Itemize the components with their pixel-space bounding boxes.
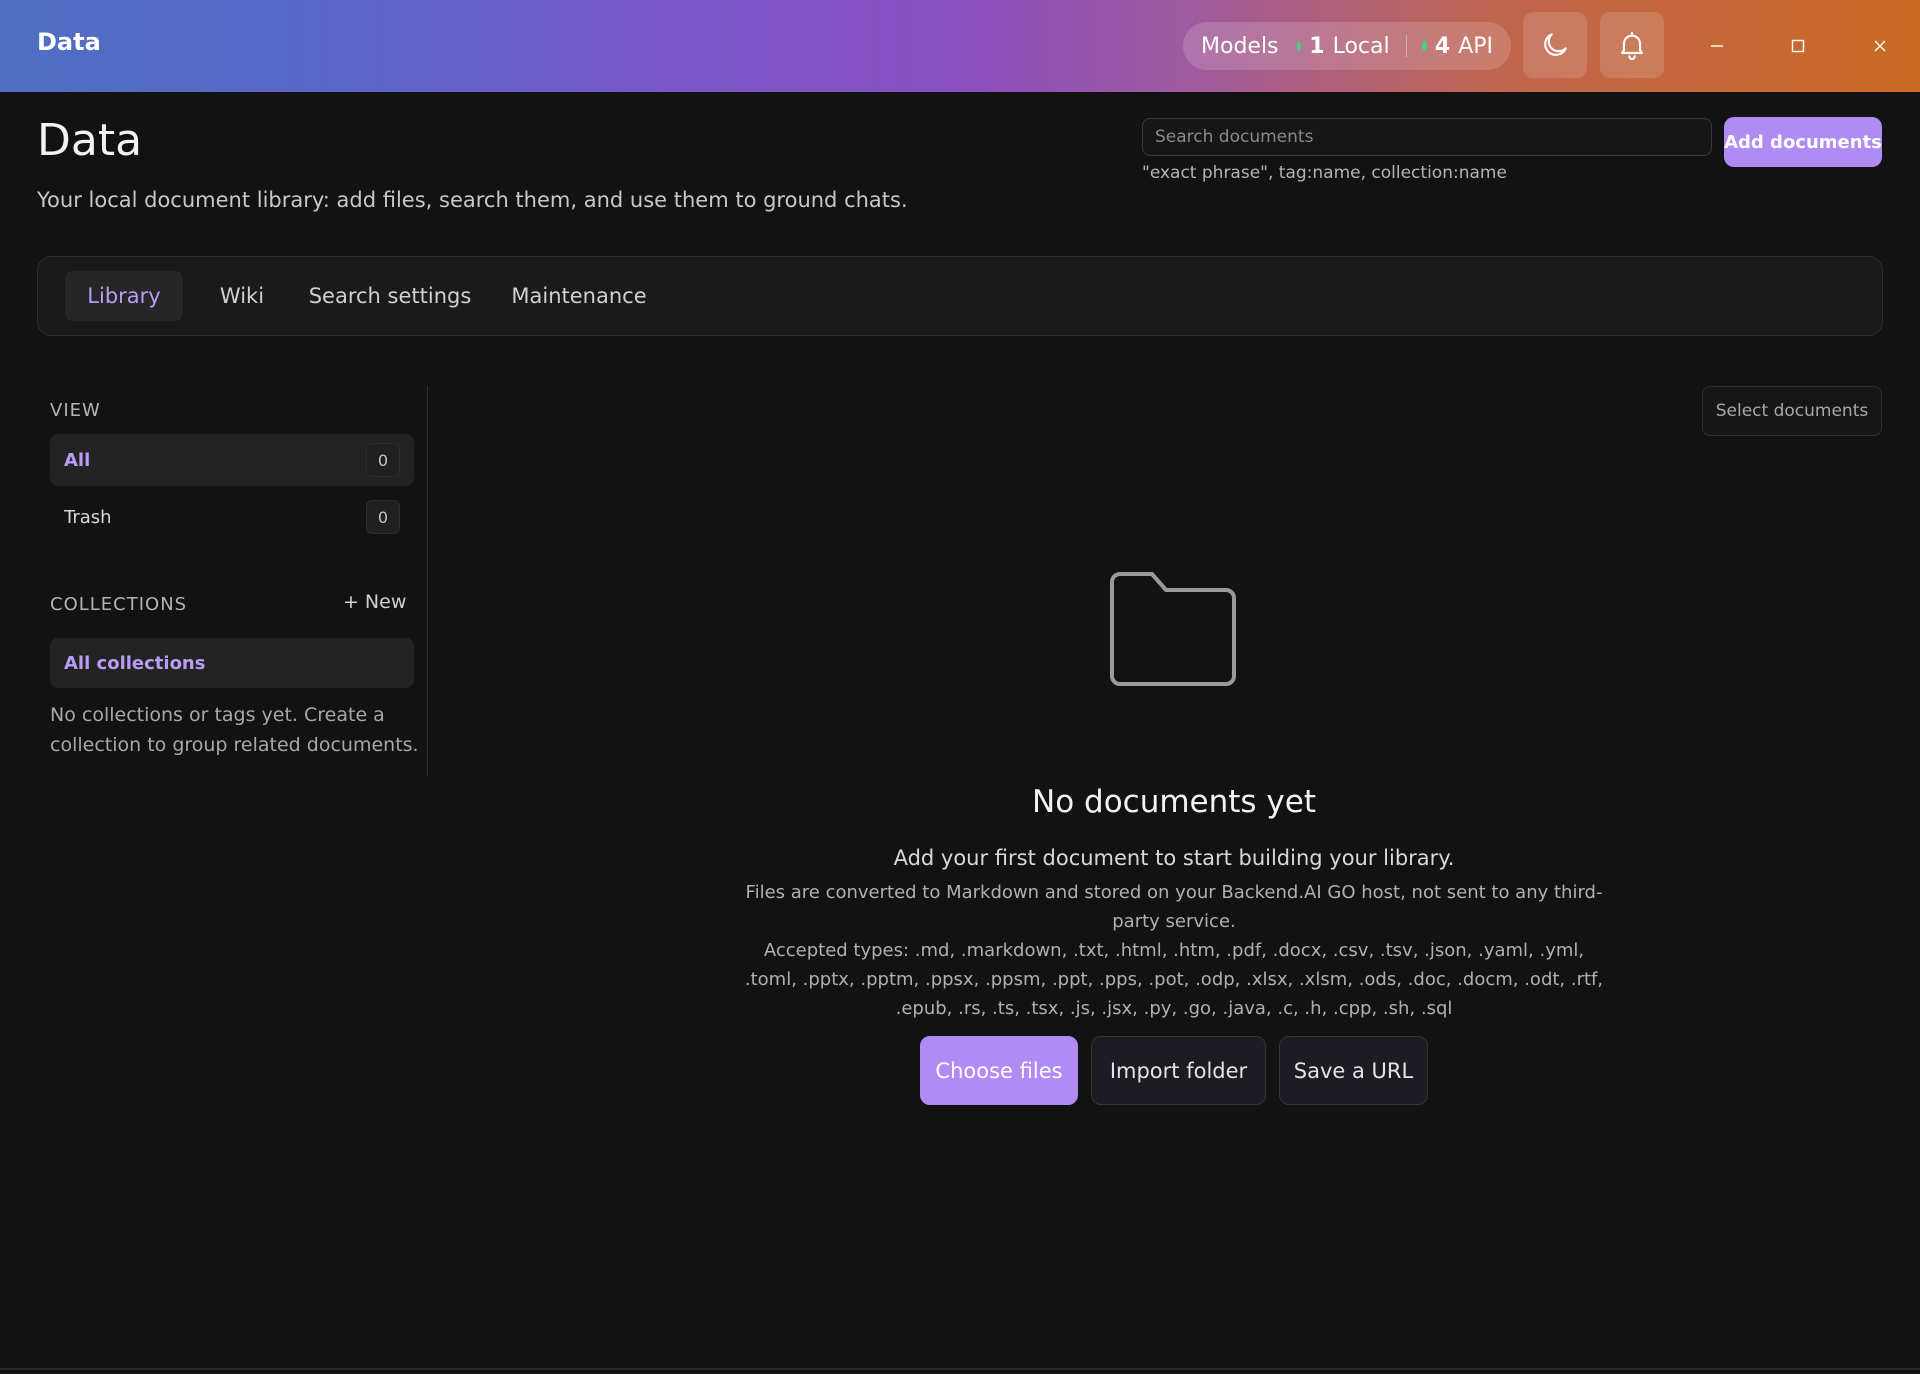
sidebar-item-label: All collections bbox=[64, 652, 206, 674]
collections-heading: COLLECTIONS bbox=[50, 594, 188, 615]
notifications-button[interactable] bbox=[1600, 12, 1664, 78]
choose-files-button[interactable]: Choose files bbox=[920, 1036, 1078, 1105]
models-status-pill[interactable]: Models 1 Local 4 API bbox=[1183, 22, 1511, 70]
view-heading: VIEW bbox=[50, 400, 101, 421]
select-documents-button[interactable]: Select documents bbox=[1702, 386, 1882, 436]
sidebar-item-label: Trash bbox=[64, 506, 112, 528]
empty-state-note: Files are converted to Markdown and stor… bbox=[745, 882, 1603, 932]
folder-icon bbox=[1110, 572, 1236, 686]
sidebar-item-trash[interactable]: Trash 0 bbox=[50, 491, 414, 543]
local-status-dot-icon bbox=[1296, 41, 1302, 51]
empty-state-title: No documents yet bbox=[1032, 784, 1316, 820]
sidebar-item-all[interactable]: All 0 bbox=[50, 434, 414, 486]
api-count: 4 bbox=[1434, 33, 1451, 59]
title-bar: Data Models 1 Local 4 API bbox=[0, 0, 1920, 92]
tab-library[interactable]: Library bbox=[65, 271, 183, 321]
bell-icon bbox=[1620, 31, 1644, 60]
close-icon bbox=[1874, 40, 1886, 52]
app-title: Data bbox=[37, 28, 101, 56]
api-label: API bbox=[1458, 33, 1493, 59]
close-window-button[interactable] bbox=[1860, 26, 1900, 66]
empty-state-lead: Add your first document to start buildin… bbox=[893, 846, 1455, 870]
api-status-dot-icon bbox=[1422, 41, 1427, 51]
page-title: Data bbox=[37, 115, 143, 166]
sidebar-divider bbox=[427, 386, 428, 776]
collections-empty-note: No collections or tags yet. Create a col… bbox=[50, 704, 419, 756]
count-badge: 0 bbox=[366, 443, 400, 477]
count-badge: 0 bbox=[366, 500, 400, 534]
tab-search-settings[interactable]: Search settings bbox=[300, 271, 480, 321]
new-collection-label: New bbox=[364, 591, 407, 613]
search-documents-input[interactable] bbox=[1142, 118, 1712, 156]
accepted-file-types: Accepted types: .md, .markdown, .txt, .h… bbox=[744, 940, 1604, 1019]
sidebar-item-all-collections[interactable]: All collections bbox=[50, 638, 414, 688]
tab-maintenance[interactable]: Maintenance bbox=[499, 271, 659, 321]
tab-wiki[interactable]: Wiki bbox=[201, 271, 283, 321]
minimize-button[interactable] bbox=[1697, 26, 1737, 66]
add-documents-button[interactable]: Add documents bbox=[1724, 117, 1882, 167]
page-subtitle: Your local document library: add files, … bbox=[37, 188, 908, 212]
search-syntax-hint: "exact phrase", tag:name, collection:nam… bbox=[1142, 163, 1507, 183]
bottom-divider bbox=[0, 1368, 1920, 1370]
save-url-button[interactable]: Save a URL bbox=[1279, 1036, 1428, 1105]
maximize-icon bbox=[1791, 39, 1805, 53]
models-label: Models bbox=[1201, 33, 1279, 59]
minimize-icon bbox=[1711, 45, 1723, 47]
plus-icon: + bbox=[343, 591, 359, 613]
theme-toggle-button[interactable] bbox=[1523, 12, 1587, 78]
local-label: Local bbox=[1332, 33, 1390, 59]
maximize-button[interactable] bbox=[1778, 26, 1818, 66]
new-collection-button[interactable]: + New bbox=[343, 591, 406, 613]
moon-icon bbox=[1544, 33, 1567, 56]
local-count: 1 bbox=[1309, 33, 1325, 59]
tab-bar: Library Wiki Search settings Maintenance bbox=[37, 256, 1883, 336]
import-folder-button[interactable]: Import folder bbox=[1091, 1036, 1266, 1105]
sidebar-item-label: All bbox=[64, 449, 91, 471]
